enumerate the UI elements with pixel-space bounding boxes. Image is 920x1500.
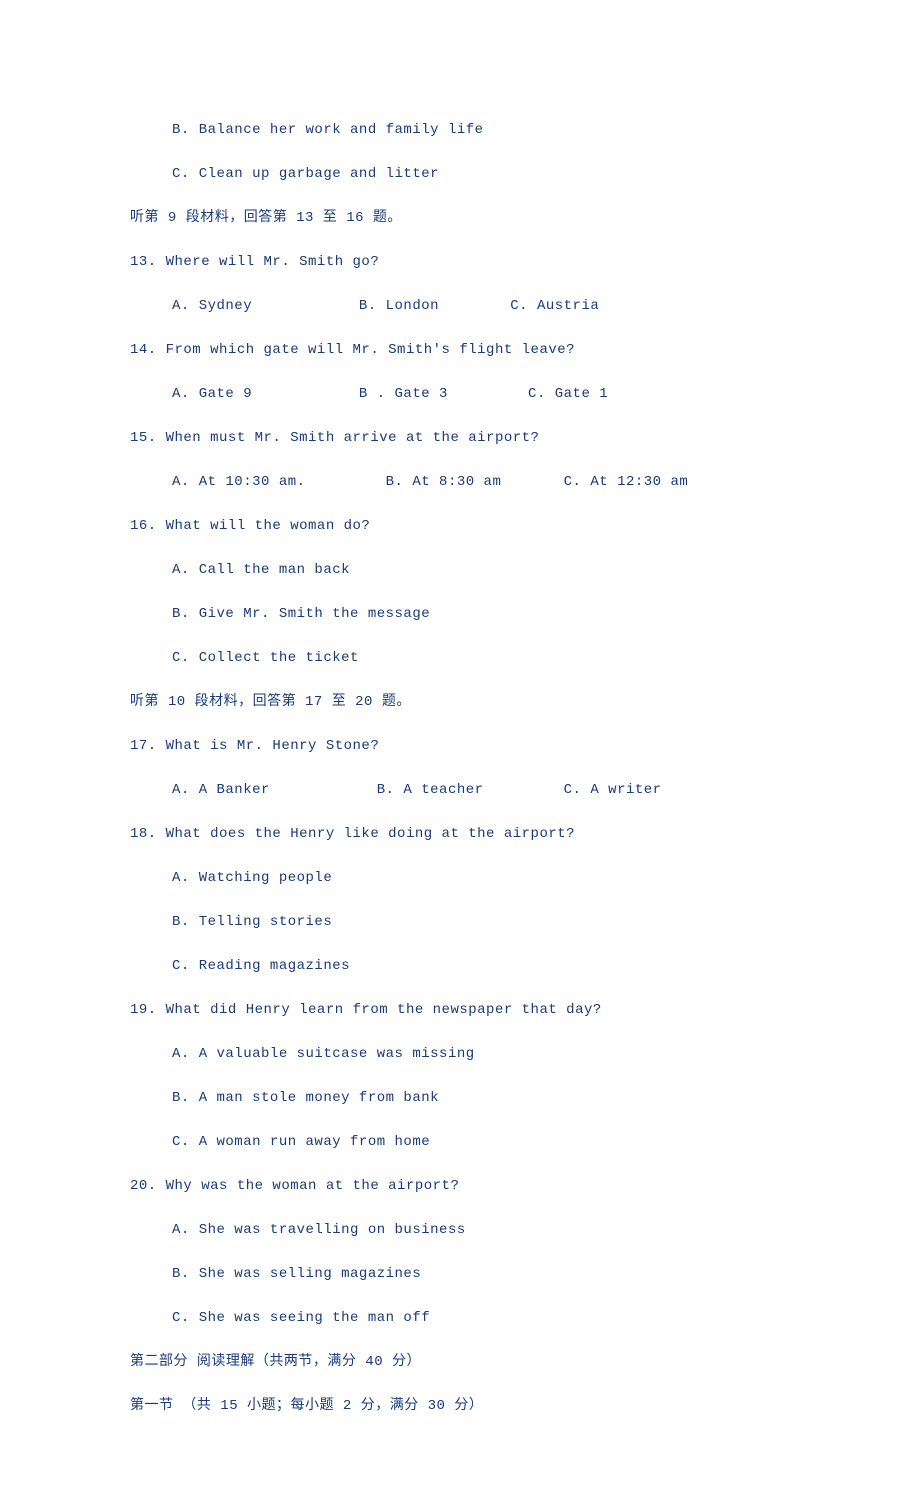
text-line: 17. What is Mr. Henry Stone? [130,736,790,757]
text-line: A. Call the man back [130,560,790,581]
text-line: 19. What did Henry learn from the newspa… [130,1000,790,1021]
text-line: C. Collect the ticket [130,648,790,669]
text-line: A. Sydney B. London C. Austria [130,296,790,317]
text-line: B. Balance her work and family life [130,120,790,141]
text-line: A. Watching people [130,868,790,889]
text-line: 13. Where will Mr. Smith go? [130,252,790,273]
text-line: 第一节 （共 15 小题；每小题 2 分，满分 30 分） [130,1396,790,1417]
text-line: A. She was travelling on business [130,1220,790,1241]
text-line: 听第 9 段材料，回答第 13 至 16 题。 [130,208,790,229]
text-line: C. Clean up garbage and litter [130,164,790,185]
text-line: B. Telling stories [130,912,790,933]
text-line: A. At 10:30 am. B. At 8:30 am C. At 12:3… [130,472,790,493]
text-line: B. Give Mr. Smith the message [130,604,790,625]
text-line: A. A Banker B. A teacher C. A writer [130,780,790,801]
text-line: 15. When must Mr. Smith arrive at the ai… [130,428,790,449]
text-line: 14. From which gate will Mr. Smith's fli… [130,340,790,361]
text-line: B. A man stole money from bank [130,1088,790,1109]
text-line: A. Gate 9 B . Gate 3 C. Gate 1 [130,384,790,405]
text-line: A. A valuable suitcase was missing [130,1044,790,1065]
text-line: C. She was seeing the man off [130,1308,790,1329]
text-line: C. A woman run away from home [130,1132,790,1153]
text-line: C. Reading magazines [130,956,790,977]
text-line: B. She was selling magazines [130,1264,790,1285]
document-content: B. Balance her work and family life C. Cl… [130,120,790,1417]
text-line: 听第 10 段材料，回答第 17 至 20 题。 [130,692,790,713]
text-line: 20. Why was the woman at the airport? [130,1176,790,1197]
text-line: 第二部分 阅读理解（共两节，满分 40 分） [130,1352,790,1373]
text-line: 16. What will the woman do? [130,516,790,537]
text-line: 18. What does the Henry like doing at th… [130,824,790,845]
